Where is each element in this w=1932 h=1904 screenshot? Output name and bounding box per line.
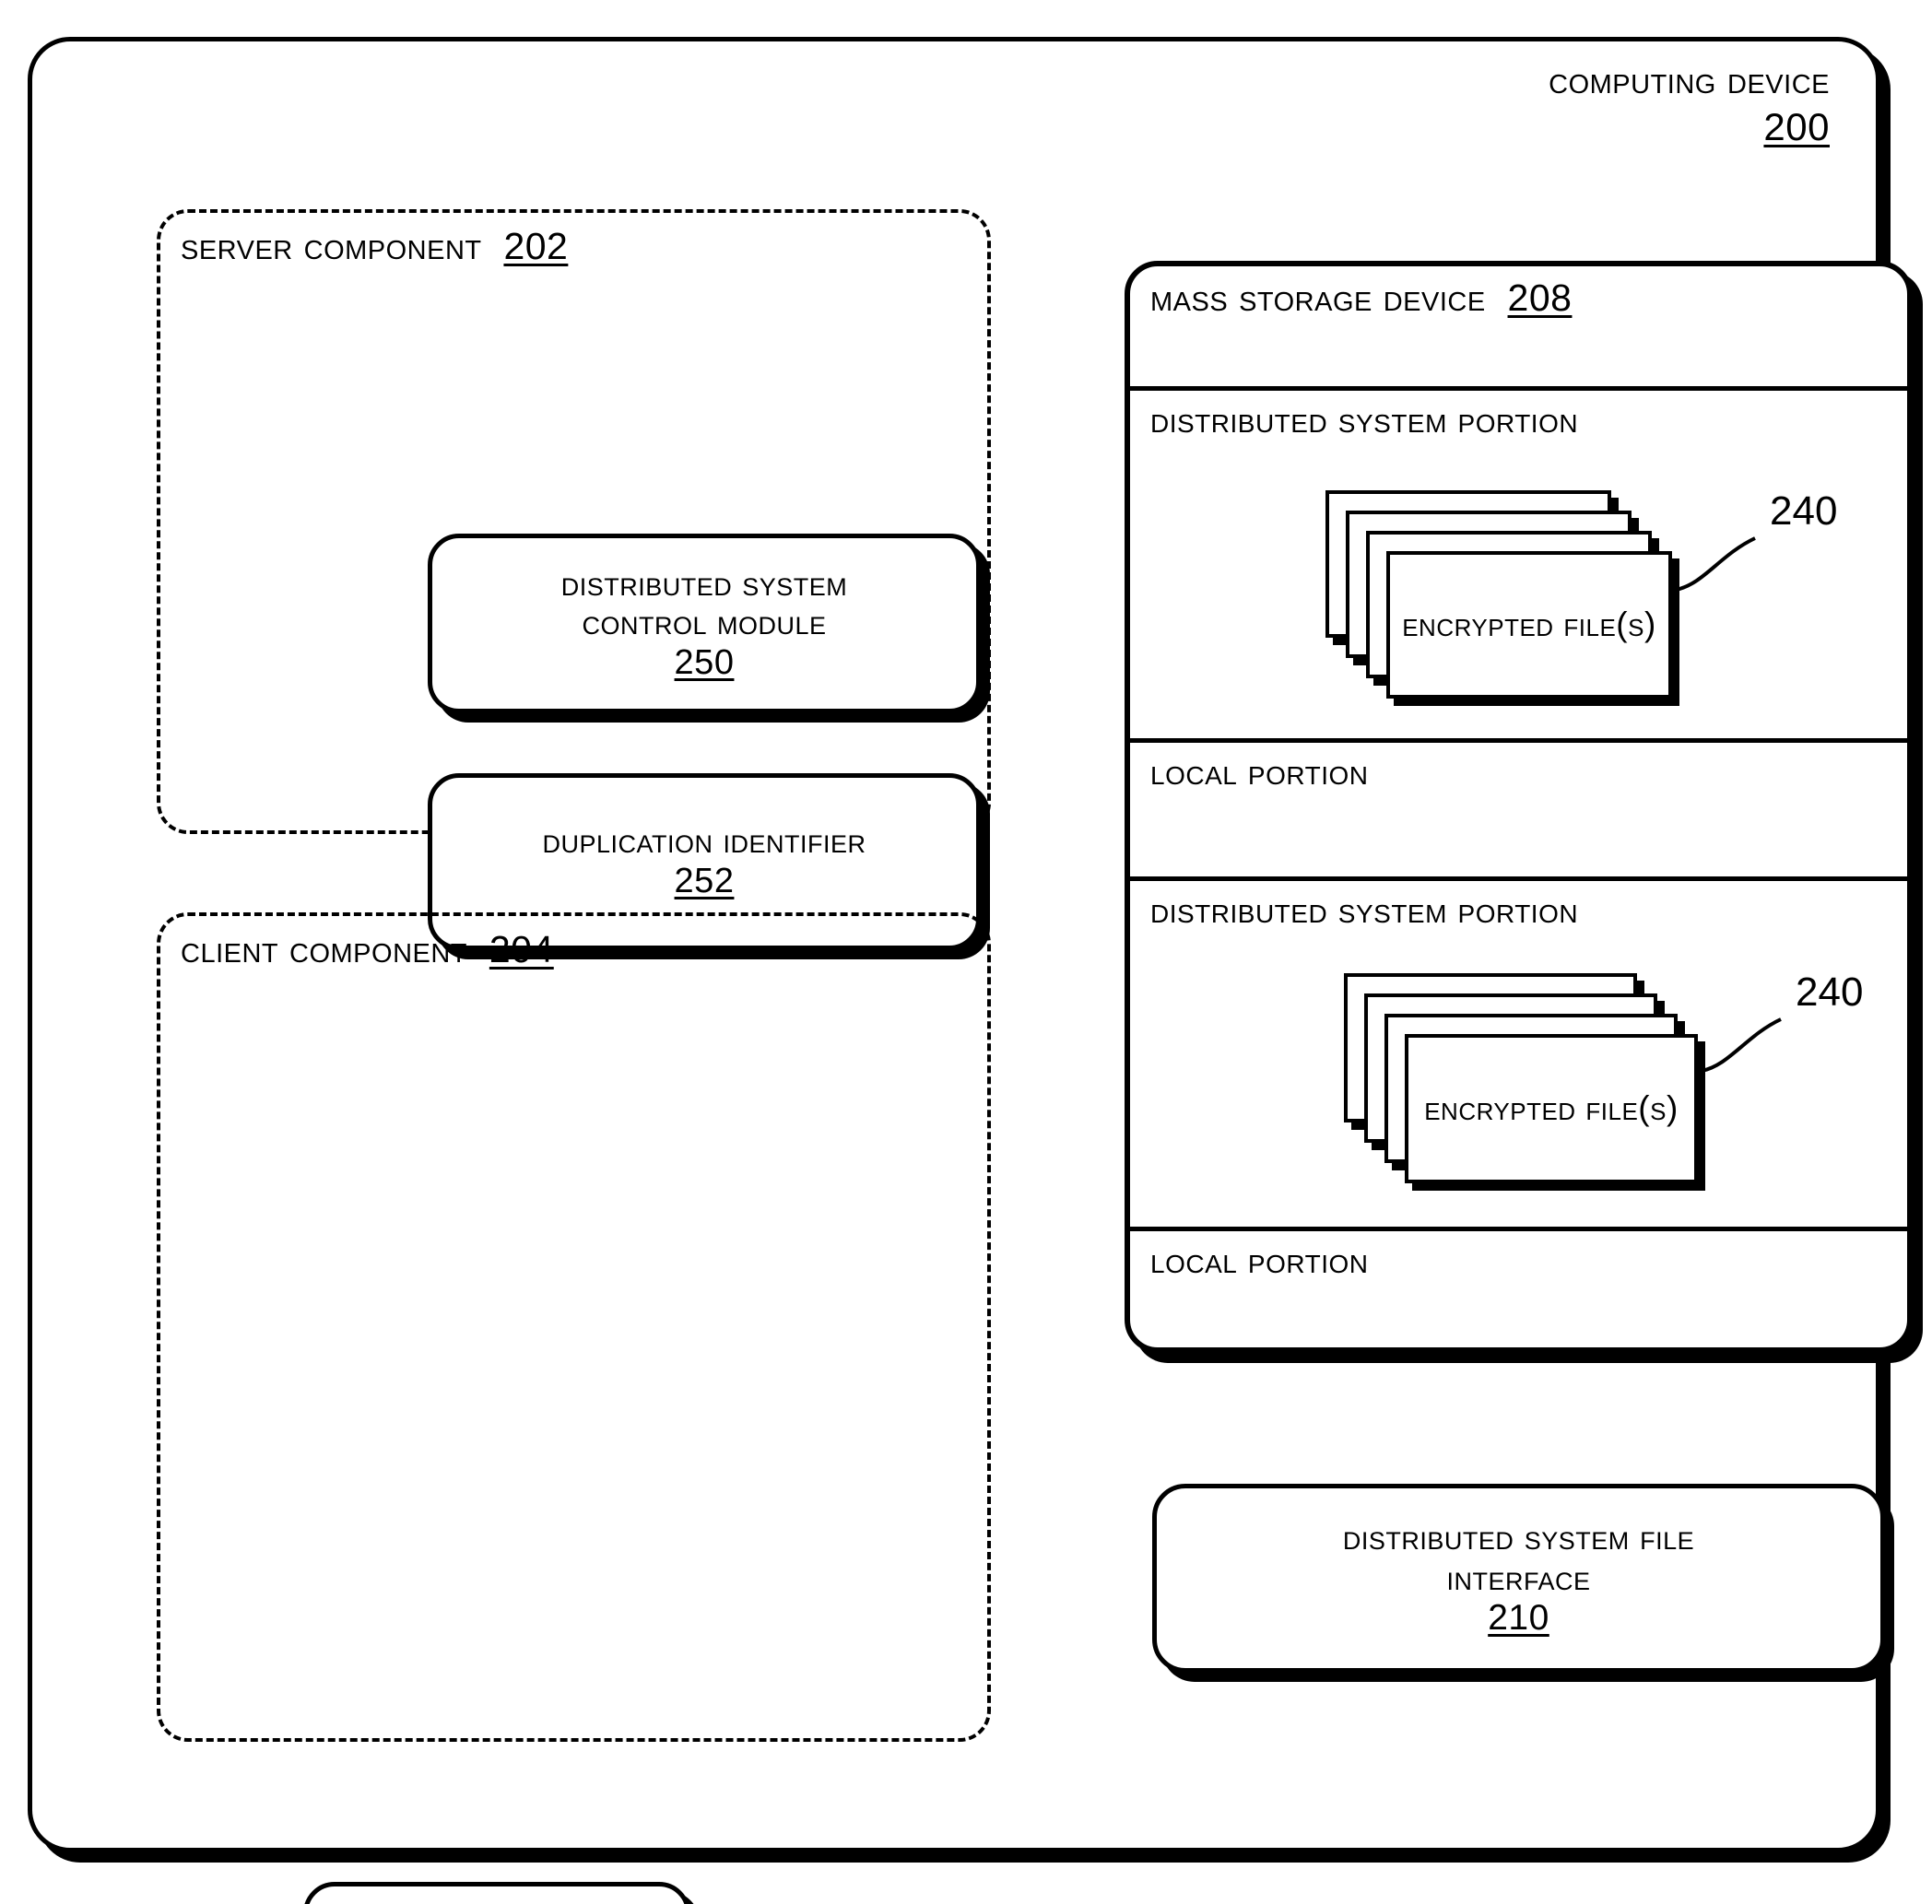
encrypted-files-1-line-2: File(s) xyxy=(1563,605,1656,644)
server-component-group: Server Component 202 Distributed System … xyxy=(157,209,991,950)
encrypted-files-ref-1: 240 xyxy=(1770,488,1838,534)
computing-device-label: Computing Device xyxy=(1549,58,1830,101)
duplication-identifier-ref: 252 xyxy=(674,862,735,900)
dscm-line-1: Distributed System xyxy=(560,564,848,604)
ds-portion-1-label: Distributed System Portion xyxy=(1150,400,1579,441)
dsfi-line-2: Interface xyxy=(1446,1557,1591,1598)
encrypted-files-ref-2: 240 xyxy=(1796,970,1864,1015)
dscm-line-2: Control Module xyxy=(582,604,827,643)
patent-figure: Computing Device 200 Server Component 20… xyxy=(0,0,1932,1904)
local-portion-row-1: Local Portion xyxy=(1130,738,1907,876)
distributed-system-portion-row-1: Distributed System Portion Encrypted Fil… xyxy=(1130,386,1907,738)
encrypted-files-sheet-front-2: Encrypted File(s) xyxy=(1405,1034,1698,1183)
mass-storage-label: Mass Storage Device xyxy=(1150,276,1486,319)
computing-device-box: Computing Device 200 Server Component 20… xyxy=(28,37,1913,1904)
encrypted-files-2-line-2: File(s) xyxy=(1585,1089,1679,1128)
distributed-system-control-module[interactable]: Distributed System Control Module 250 xyxy=(428,534,981,713)
crypto-engine-module[interactable]: Crypto Engine 222 xyxy=(303,1882,690,1904)
dscm-ref: 250 xyxy=(674,642,735,682)
encrypted-files-sheet-front-1: Encrypted File(s) xyxy=(1386,551,1672,699)
server-component-label: Server Component xyxy=(181,225,482,267)
encrypted-files-stack-1: Encrypted File(s) 240 xyxy=(1325,488,1837,702)
computing-device-ref: 200 xyxy=(1763,105,1830,149)
distributed-system-file-interface-module[interactable]: Distributed System File Interface 210 xyxy=(1152,1484,1885,1673)
duplication-identifier-line-1: Duplication Identifier xyxy=(542,822,866,862)
mass-storage-title: Mass Storage Device 208 xyxy=(1150,276,1573,320)
encrypted-files-2-line-1: Encrypted xyxy=(1424,1089,1576,1128)
encrypted-files-stack-2: Encrypted File(s) 240 xyxy=(1344,970,1863,1190)
client-component-ref: 204 xyxy=(489,928,554,970)
mass-storage-ref: 208 xyxy=(1507,276,1573,319)
client-component-label: Client Component xyxy=(181,928,468,970)
server-component-title: Server Component 202 xyxy=(181,225,569,268)
server-component-ref: 202 xyxy=(503,225,569,267)
local-portion-row-2: Local Portion xyxy=(1130,1227,1907,1347)
distributed-system-portion-row-2: Distributed System Portion Encrypted Fil… xyxy=(1130,876,1907,1227)
dsfi-line-1: Distributed System File xyxy=(1342,1517,1695,1557)
client-component-group: Client Component 204 Crypto Engine 222 C… xyxy=(157,912,991,1904)
ds-portion-2-label: Distributed System Portion xyxy=(1150,890,1579,931)
local-portion-1-label: Local Portion xyxy=(1150,752,1369,793)
computing-device-title: Computing Device 200 xyxy=(1549,58,1830,148)
local-portion-2-label: Local Portion xyxy=(1150,1240,1369,1281)
encrypted-files-1-line-1: Encrypted xyxy=(1402,605,1554,644)
mass-storage-device-box: Mass Storage Device 208 Distributed Syst… xyxy=(1125,261,1913,1353)
dsfi-ref: 210 xyxy=(1488,1598,1549,1639)
client-component-title: Client Component 204 xyxy=(181,928,554,971)
